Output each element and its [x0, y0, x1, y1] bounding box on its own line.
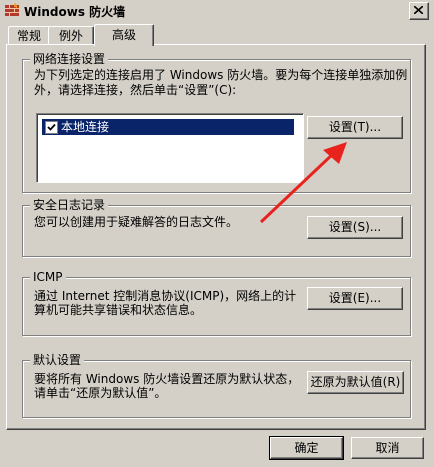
firewall-dialog: Windows 防火墙 常规 例外 高级 网络连接设置 为下列选定的连接启用了 …: [0, 0, 434, 467]
icmp-group-label: ICMP: [30, 270, 66, 284]
checkmark-icon: [47, 123, 56, 131]
defaults-description-line2: 请单击“还原为默认值”。: [34, 386, 167, 400]
security-log-description: 您可以创建用于疑难解答的日志文件。: [34, 215, 239, 229]
tab-general-label: 常规: [16, 29, 41, 43]
security-log-group-label: 安全日志记录: [30, 198, 109, 212]
icmp-settings-button[interactable]: 设置(E)...: [307, 287, 403, 310]
tab-exceptions[interactable]: 例外: [48, 26, 94, 45]
tab-general[interactable]: 常规: [8, 26, 50, 45]
network-description-line2: 外，请选择连接，然后单击“设置”(C):: [34, 83, 237, 97]
ok-button[interactable]: 确定: [269, 436, 344, 460]
cancel-button[interactable]: 取消: [351, 437, 424, 459]
firewall-icon: [5, 3, 19, 16]
close-icon: [414, 6, 423, 14]
network-settings-button[interactable]: 设置(T)...: [307, 116, 403, 139]
network-description-line1: 为下列选定的连接启用了 Windows 防火墙。要为每个连接单独添加例: [34, 68, 408, 82]
connection-label: 本地连接: [61, 120, 110, 134]
network-group-label: 网络连接设置: [30, 52, 109, 66]
window-title: Windows 防火墙: [24, 5, 126, 19]
tab-advanced[interactable]: 高级: [94, 24, 154, 46]
icmp-description-line2: 算机可能共享错误和状态信息。: [34, 303, 203, 317]
annotation-arrow-icon: [259, 142, 347, 224]
connection-checkbox[interactable]: [45, 121, 58, 134]
restore-defaults-button[interactable]: 还原为默认值(R): [307, 371, 404, 394]
title-bar: Windows 防火墙: [0, 0, 434, 21]
tab-advanced-label: 高级: [111, 28, 136, 42]
list-item[interactable]: 本地连接: [42, 119, 294, 135]
default-settings-group-label: 默认设置: [30, 353, 85, 367]
close-button[interactable]: [409, 2, 429, 20]
tab-exceptions-label: 例外: [58, 29, 83, 43]
